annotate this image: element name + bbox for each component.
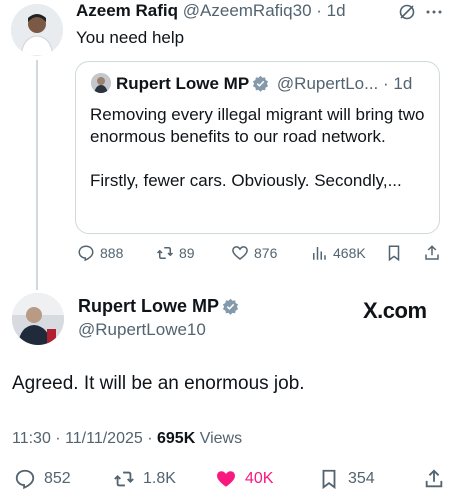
views-label: Views <box>199 430 243 447</box>
heart-filled-icon <box>217 471 235 487</box>
comment-icon <box>15 469 35 490</box>
quoted-paragraph: Firstly, fewer cars. Obviously. Secondly… <box>90 171 402 190</box>
repost-count: 89 <box>179 245 195 261</box>
avatar <box>91 73 111 93</box>
verified-badge-icon <box>253 75 269 92</box>
post-time[interactable]: · 1d <box>316 1 345 20</box>
avatar[interactable] <box>11 4 63 56</box>
comment-icon <box>78 245 94 262</box>
share-button[interactable] <box>423 467 445 491</box>
bookmark-button[interactable]: 354 <box>318 467 375 491</box>
avatar[interactable] <box>12 293 64 345</box>
repost-count: 1.8K <box>143 470 176 487</box>
main-author-row: Rupert Lowe MP <box>78 296 242 317</box>
bookmark-icon <box>388 245 400 262</box>
repost-icon <box>156 247 174 259</box>
thread-connector-line <box>36 60 38 290</box>
author-name[interactable]: Rupert Lowe MP <box>78 296 219 316</box>
post-text: Agreed. It will be an enormous job. <box>12 373 305 394</box>
reply-count: 888 <box>100 245 124 261</box>
author-name[interactable]: Azeem Rafiq <box>76 1 178 20</box>
share-icon <box>425 469 443 488</box>
share-icon <box>425 245 439 260</box>
author-name: Rupert Lowe MP <box>116 74 250 93</box>
reply-header: Azeem Rafiq @AzeemRafiq30 · 1d <box>76 1 346 21</box>
share-button[interactable] <box>423 243 441 263</box>
repost-button[interactable]: 89 <box>156 243 195 263</box>
views-count: 468K <box>333 245 366 261</box>
analytics-icon <box>313 247 326 260</box>
author-handle[interactable]: @AzeemRafiq30 <box>183 1 312 20</box>
repost-icon <box>114 471 134 487</box>
views-button[interactable]: 468K <box>310 243 366 263</box>
verified-badge-icon <box>222 298 239 315</box>
grok-icon[interactable] <box>398 3 416 26</box>
post-meta: 11:30 · 11/11/2025 · 695K Views <box>12 430 242 448</box>
post-time: · 1d <box>383 74 413 93</box>
more-options-icon[interactable] <box>425 5 443 24</box>
reply-count: 852 <box>44 470 71 487</box>
quoted-header: Rupert Lowe MP @RupertLo... · 1d <box>116 74 412 94</box>
heart-icon <box>232 246 248 260</box>
bookmark-button[interactable] <box>385 243 403 263</box>
views-total: 695K <box>157 430 196 447</box>
post-timestamp[interactable]: 11:30 · 11/11/2025 · <box>12 430 153 447</box>
reply-button[interactable]: 852 <box>14 467 71 491</box>
author-handle: @RupertLo... <box>276 74 379 93</box>
like-count: 40K <box>245 470 274 487</box>
bookmark-icon <box>322 469 336 490</box>
like-button[interactable]: 40K <box>215 467 273 491</box>
author-handle[interactable]: @RupertLowe10 <box>78 320 206 340</box>
quoted-paragraph: Removing every illegal migrant will brin… <box>90 105 425 146</box>
bookmark-count: 354 <box>348 470 375 487</box>
x-com-watermark: X.com <box>363 298 427 323</box>
reply-text: You need help <box>76 28 185 47</box>
like-count: 876 <box>254 245 278 261</box>
repost-button[interactable]: 1.8K <box>113 467 176 491</box>
like-button[interactable]: 876 <box>231 243 277 263</box>
quoted-text: Removing every illegal migrant will brin… <box>90 104 425 214</box>
reply-button[interactable]: 888 <box>77 243 123 263</box>
